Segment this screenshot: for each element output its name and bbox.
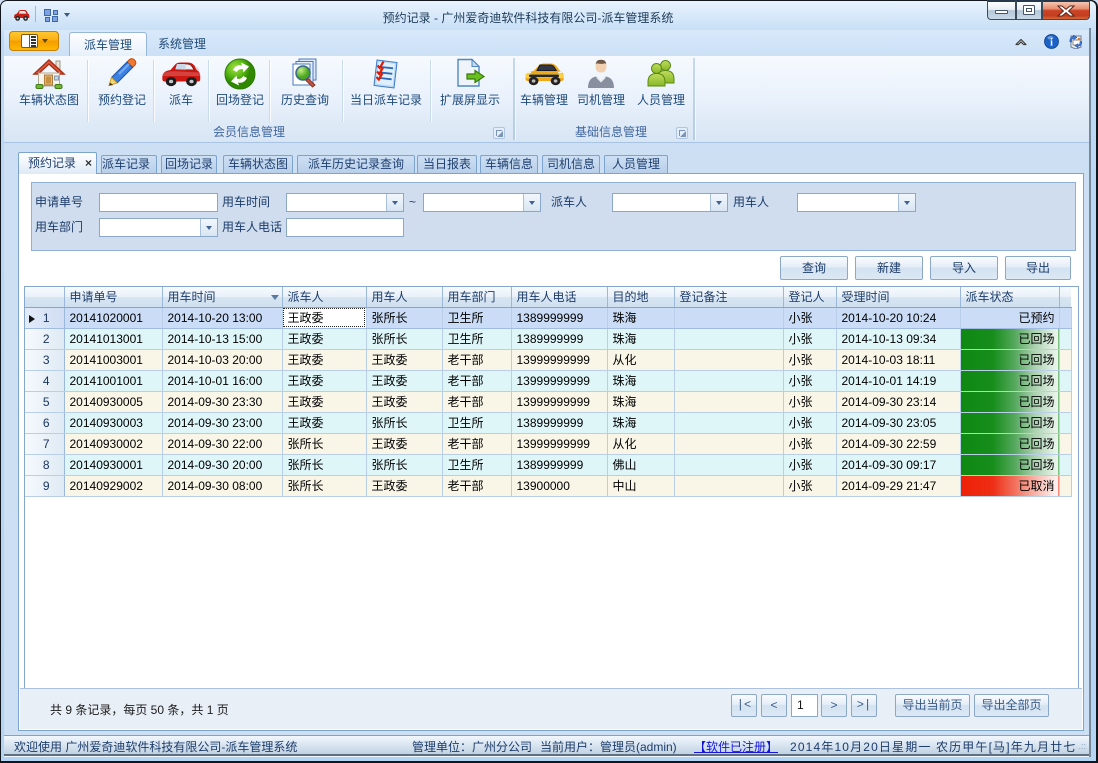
svg-text:i: i: [1050, 38, 1053, 49]
